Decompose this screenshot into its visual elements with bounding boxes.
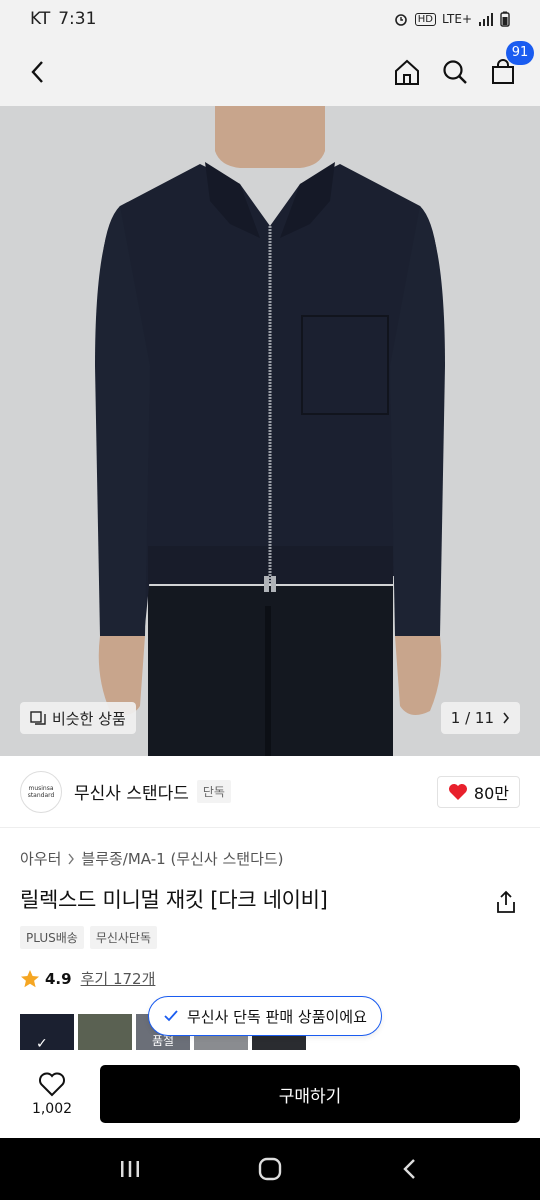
chevron-left-icon [31,61,43,83]
back-button[interactable] [20,54,56,90]
home-system-button[interactable] [248,1147,292,1191]
rating-value: 4.9 [45,969,72,988]
top-nav: 91 [0,38,540,106]
swatch-olive[interactable] [78,1014,132,1050]
alarm-icon [393,11,409,27]
cart-button[interactable]: 91 [486,41,534,89]
wishlist-button[interactable]: 1,002 [20,1071,84,1117]
chevron-right-icon [503,712,510,724]
toast-text: 무신사 단독 판매 상품이에요 [187,1007,367,1026]
system-nav-bar [0,1138,540,1200]
status-bar: KT 7:31 HD LTE+ [0,0,540,38]
exclusive-badge: 단독 [196,780,231,803]
cart-count-badge: 91 [506,41,534,65]
brand-row: musinsa standard 무신사 스탠다드 단독 80만 [0,756,540,828]
reviews-link[interactable]: 후기 172개 [81,968,156,989]
search-icon [443,60,467,84]
breadcrumb: 아우터 블루종/MA-1 (무신사 스탠다드) [20,848,284,869]
home-circle-icon [258,1157,282,1181]
wishlist-count: 1,002 [31,1101,73,1117]
star-icon [21,969,39,987]
check-icon [164,1010,178,1022]
recent-apps-button[interactable] [108,1147,152,1191]
breadcrumb-item-category[interactable]: 아우터 [20,848,61,869]
back-arrow-icon [403,1159,415,1179]
similar-products-label: 비슷한 상품 [52,709,126,728]
network-indicator: LTE+ [442,12,472,26]
product-title: 릴렉스드 미니멀 재킷 [다크 네이비] [20,888,328,912]
brand-logo[interactable]: musinsa standard [20,770,62,813]
clock: 7:31 [58,9,97,29]
recent-apps-icon [121,1161,139,1177]
image-page-counter[interactable]: 1 / 11 [440,702,520,734]
home-button[interactable] [390,55,424,89]
tag-plus-delivery: PLUS배송 [20,926,84,949]
home-icon [395,59,419,85]
back-system-button[interactable] [388,1147,432,1191]
product-image-carousel[interactable]: 비슷한 상품 1 / 11 [0,106,540,756]
chevron-right-icon [68,853,75,864]
buy-button[interactable]: 구매하기 [100,1065,520,1123]
carrier: KT [30,9,51,29]
exclusive-toast: 무신사 단독 판매 상품이에요 [148,996,382,1036]
similar-icon [30,711,46,725]
swatch-navy[interactable]: ✓ [20,1014,74,1050]
signal-icon [478,12,494,26]
page-counter-text: 1 / 11 [450,709,494,727]
similar-products-button[interactable]: 비슷한 상품 [20,702,136,734]
product-tags: PLUS배송 무신사단독 [20,926,158,949]
search-button[interactable] [438,55,472,89]
breadcrumb-item-subcategory[interactable]: 블루종/MA-1 (무신사 스탠다드) [81,848,283,869]
hd-indicator: HD [414,12,436,26]
heart-filled-icon [448,783,467,800]
battery-icon [500,11,510,27]
rating-row: 4.9 후기 172개 [20,968,155,989]
brand-like-button[interactable]: 80만 [436,775,520,808]
brand-name-link[interactable]: 무신사 스탠다드 [74,779,189,804]
product-photo [0,106,540,756]
tag-exclusive: 무신사단독 [89,926,158,949]
share-button[interactable] [492,888,520,916]
heart-outline-icon [39,1072,65,1097]
check-icon: ✓ [36,1036,48,1050]
bottom-action-bar: 1,002 구매하기 [0,1050,540,1138]
share-icon [497,890,515,913]
brand-like-count: 80만 [473,783,509,803]
